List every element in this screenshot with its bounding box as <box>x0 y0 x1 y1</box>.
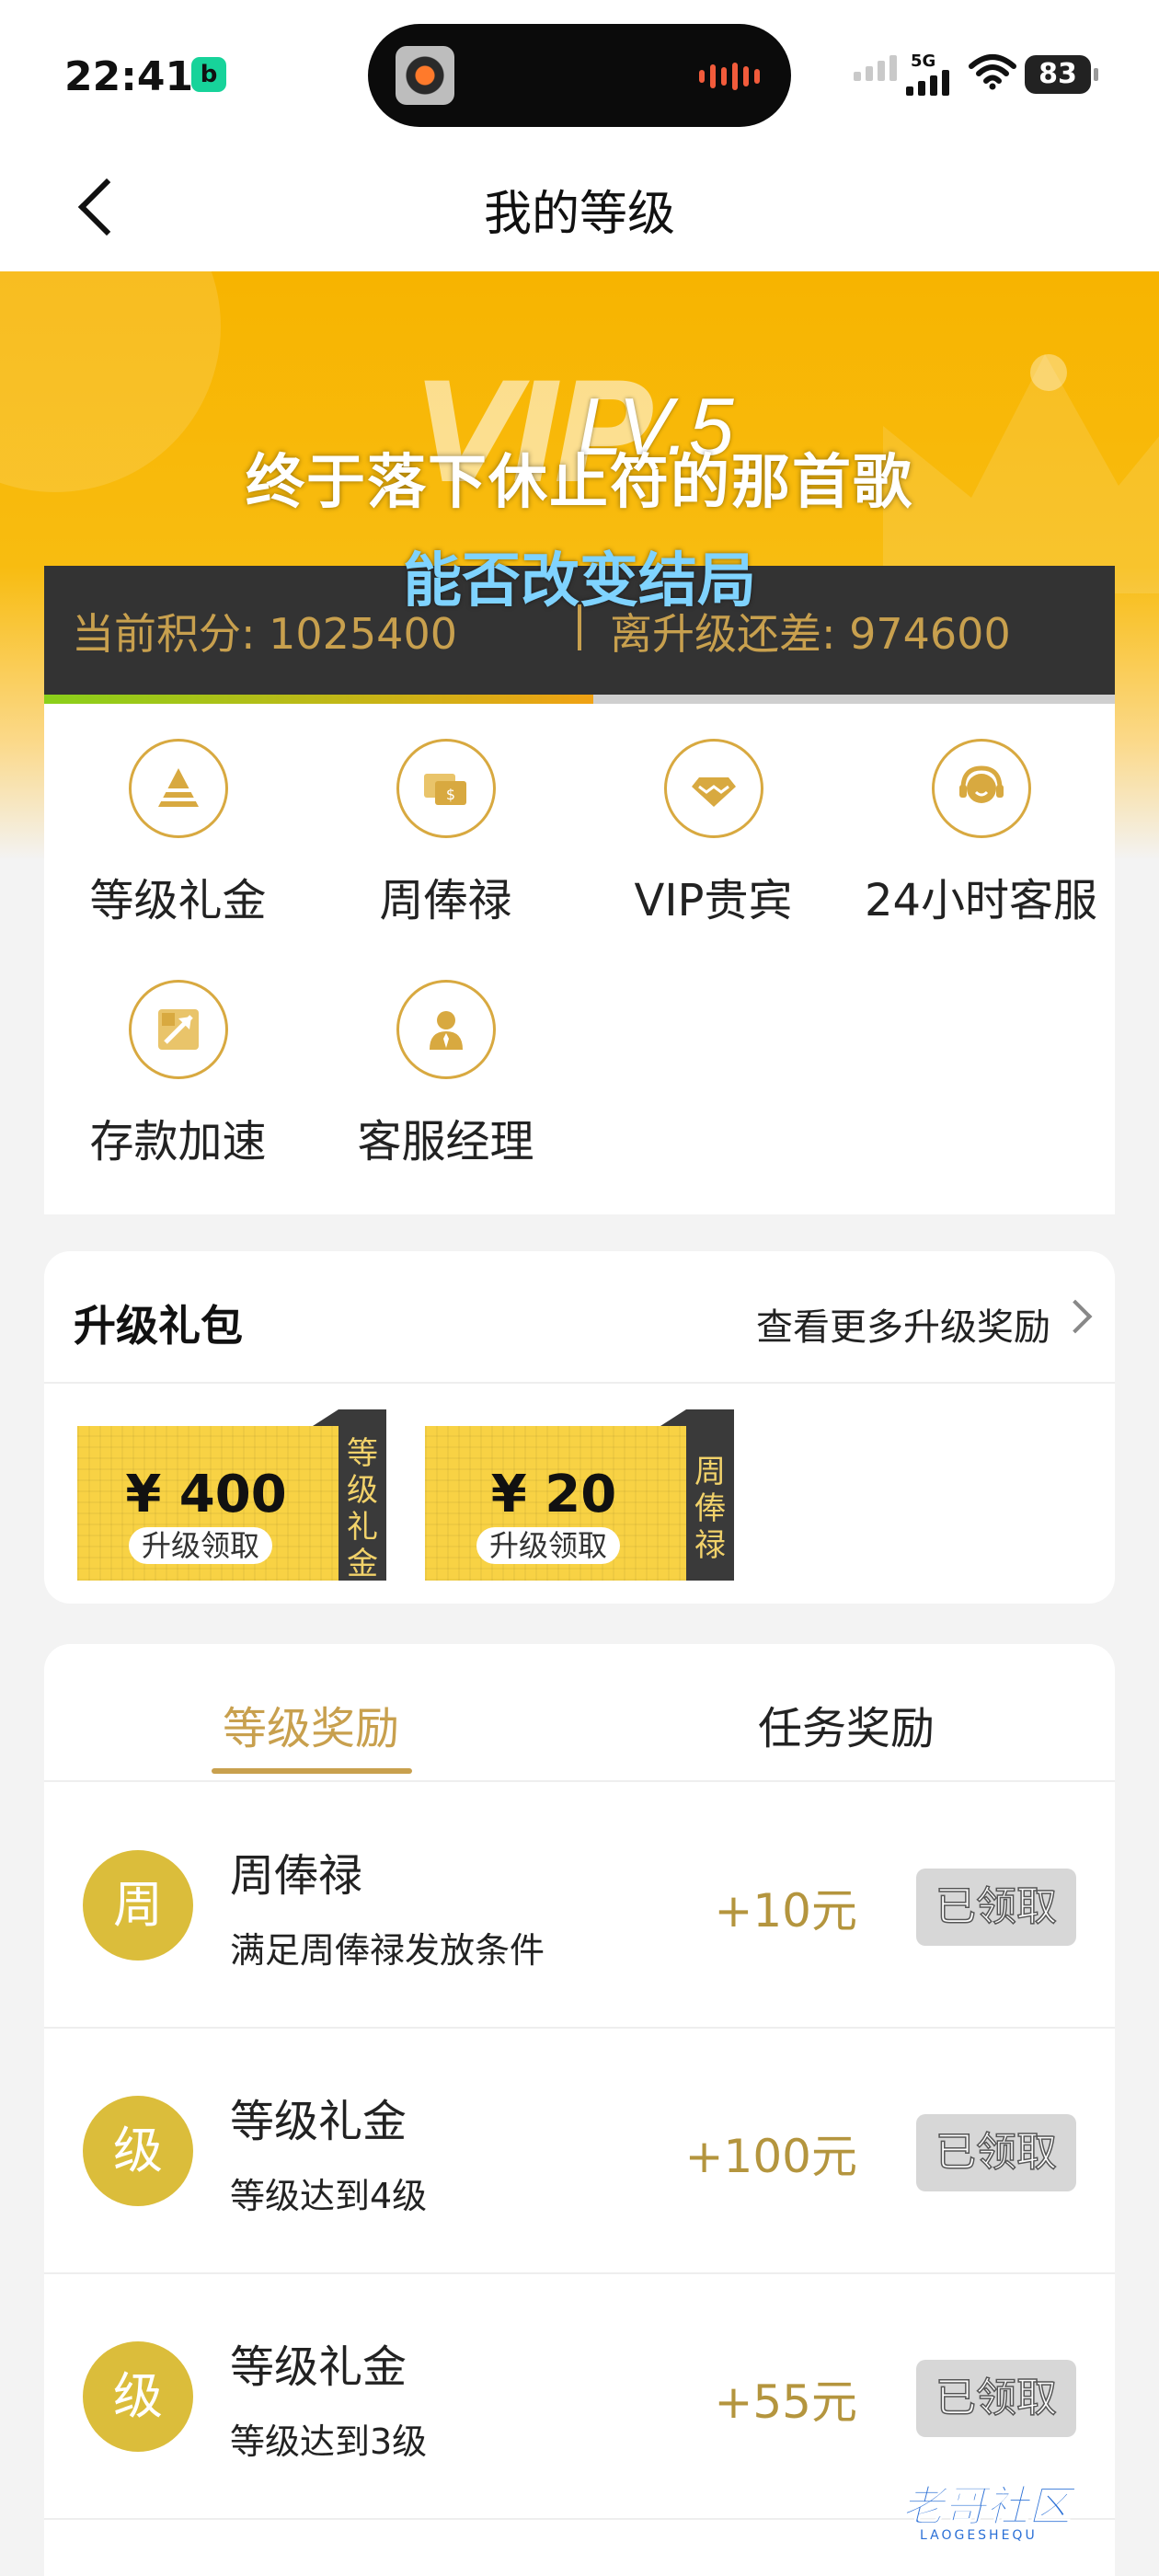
headset-icon <box>931 739 1031 838</box>
network-type-label: 5G <box>911 52 936 71</box>
coupon-tag-label: 等级礼金 <box>347 1435 378 1582</box>
gift-coupon[interactable]: ¥ 400 升级领取 等级礼金 <box>77 1409 386 1582</box>
view-more-rewards-link[interactable]: 查看更多升级奖励 <box>756 1297 1050 1351</box>
reward-badge: 级 <box>83 2096 193 2206</box>
nav-bar: 我的等级 <box>0 138 1159 271</box>
reward-row: 级 等级礼金 等级达到4级 +100元 已领取 <box>44 2028 1115 2274</box>
tab-task-rewards[interactable]: 任务奖励 <box>758 1692 935 1756</box>
signal-sim2-icon <box>906 70 949 96</box>
claimed-button[interactable]: 已领取 <box>916 2360 1076 2437</box>
decorative-dot <box>1030 354 1067 391</box>
coupon-tag-label: 周俸禄 <box>694 1454 726 1564</box>
divider <box>44 1382 1115 1384</box>
privilege-weekly-salary[interactable]: $ 周俸禄 <box>312 739 580 928</box>
privilege-customer-service[interactable]: 24小时客服 <box>847 739 1115 928</box>
eye-app-icon <box>396 46 454 105</box>
reward-title: 等级礼金 <box>230 2341 407 2393</box>
privilege-deposit-speedup[interactable]: 存款加速 <box>44 980 312 1169</box>
privilege-label: VIP贵宾 <box>634 875 793 926</box>
coupon-amount: ¥ 400 <box>125 1465 287 1524</box>
coupon-tag: 周俸禄 <box>660 1409 734 1581</box>
privilege-account-manager[interactable]: 客服经理 <box>312 980 580 1169</box>
rocket-icon <box>128 980 228 1079</box>
privilege-level-bonus[interactable]: 等级礼金 <box>44 739 312 928</box>
tab-level-rewards[interactable]: 等级奖励 <box>223 1692 399 1756</box>
reward-amount: +55元 <box>714 2375 857 2429</box>
reward-badge: 周 <box>83 1850 193 1961</box>
claimed-button[interactable]: 已领取 <box>916 2114 1076 2191</box>
privilege-vip[interactable]: VIP贵宾 <box>580 739 847 928</box>
reward-amount: +10元 <box>714 1884 857 1938</box>
audio-wave-icon <box>699 63 760 90</box>
privilege-label: 客服经理 <box>357 1116 534 1167</box>
app-notification-icon: b <box>191 57 226 92</box>
coupon-tag: 等级礼金 <box>313 1409 386 1582</box>
reward-amount: +100元 <box>684 2130 857 2183</box>
manager-icon <box>396 980 496 1079</box>
privilege-label: 存款加速 <box>89 1116 267 1167</box>
reward-description: 满足周俸禄发放条件 <box>230 1930 545 1971</box>
upgrade-gift-title: 升级礼包 <box>74 1301 243 1351</box>
watermark-subtext: LAOGESHEQU <box>920 2528 1038 2543</box>
status-bar: 22:41 b 5G 83 <box>0 0 1159 138</box>
page-title: 我的等级 <box>483 187 675 242</box>
coupon-amount: ¥ 20 <box>490 1465 617 1524</box>
privilege-label: 等级礼金 <box>89 875 267 926</box>
signal-sim1-icon <box>854 55 897 81</box>
reward-title: 等级礼金 <box>230 2096 407 2147</box>
reward-description: 等级达到3级 <box>230 2421 428 2462</box>
claimed-button[interactable]: 已领取 <box>916 1869 1076 1946</box>
rewards-card: 等级奖励 任务奖励 周 周俸禄 满足周俸禄发放条件 +10元 已领取 级 等级礼… <box>44 1644 1115 2576</box>
watermark-logo: 老哥社区 <box>901 2481 1072 2532</box>
wifi-icon <box>969 54 1016 90</box>
chevron-right-icon[interactable] <box>1058 1299 1093 1334</box>
gift-coupon[interactable]: ¥ 20 升级领取 周俸禄 <box>425 1409 734 1581</box>
level-progress-fill <box>44 695 593 704</box>
active-tab-indicator <box>212 1768 412 1774</box>
money-card-icon: $ <box>396 739 496 838</box>
reward-description: 等级达到4级 <box>230 2176 428 2216</box>
privilege-label: 周俸禄 <box>379 875 512 926</box>
svg-text:$: $ <box>445 786 454 803</box>
dynamic-island <box>368 24 791 127</box>
coupon-subtitle: 升级领取 <box>129 1527 273 1564</box>
coupon-subtitle: 升级领取 <box>476 1527 621 1564</box>
diamond-icon <box>663 739 763 838</box>
upgrade-gift-card: 升级礼包 查看更多升级奖励 ¥ 400 升级领取 等级礼金 ¥ 20 升级领取 … <box>44 1251 1115 1604</box>
privilege-label: 24小时客服 <box>864 875 1098 926</box>
reward-title: 周俸禄 <box>230 1850 363 1902</box>
reward-row: 周 周俸禄 满足周俸禄发放条件 +10元 已领取 <box>44 1782 1115 2029</box>
lyric-caption-line2: 能否改变结局 <box>403 547 756 615</box>
reward-badge: 级 <box>83 2341 193 2452</box>
lyric-caption-line1: 终于落下休止符的那首歌 <box>246 449 913 517</box>
status-time: 22:41 <box>64 53 194 100</box>
privileges-card: 等级礼金 $ 周俸禄 VIP贵宾 24小时客服 存款加速 客服经理 <box>44 704 1115 1214</box>
level-progress-bar <box>44 695 1115 704</box>
battery-icon: 83 <box>1025 55 1098 94</box>
pyramid-icon <box>128 739 228 838</box>
